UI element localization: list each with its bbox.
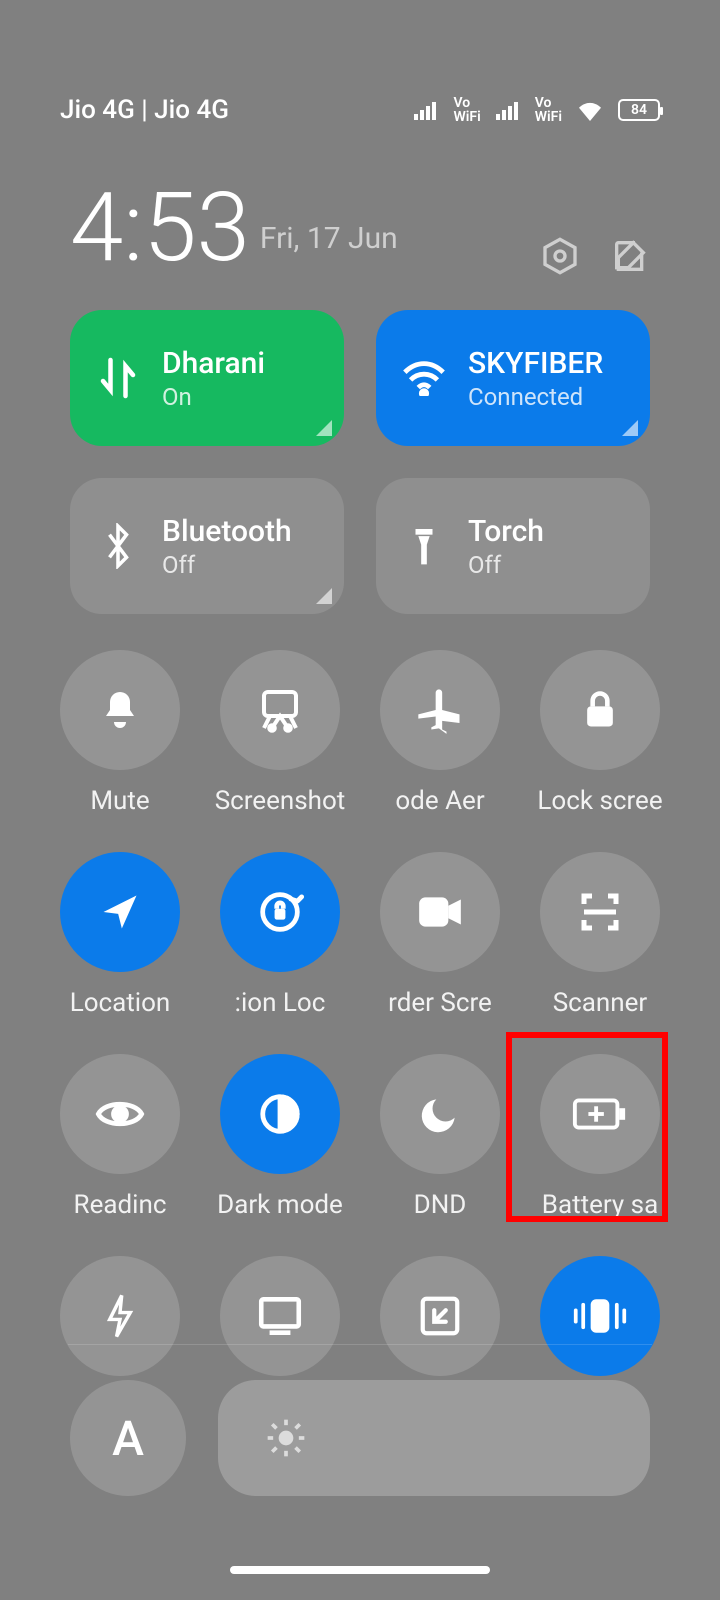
tile-sub: Connected: [468, 383, 603, 411]
vowifi-label-1: VoWiFi: [453, 96, 480, 124]
toggle-airplane[interactable]: ode Aer: [360, 650, 520, 826]
toggle-label: Location: [70, 988, 171, 1018]
rotate-lock-icon[interactable]: [220, 852, 340, 972]
toggle-bolt[interactable]: [40, 1256, 200, 1386]
toggle-eye[interactable]: Readinc: [40, 1054, 200, 1230]
edit-icon[interactable]: [610, 236, 650, 276]
quick-tiles-row-1: Dharani On SKYFIBER Connected: [70, 310, 650, 446]
highlight-box: [506, 1032, 668, 1222]
torch-tile[interactable]: Torch Off: [376, 478, 650, 614]
toggle-label: rder Scre: [388, 988, 492, 1018]
nav-indicator[interactable]: [230, 1566, 490, 1574]
toggle-label: Dark mode: [217, 1190, 343, 1220]
toggle-moon[interactable]: DND: [360, 1054, 520, 1230]
moon-icon[interactable]: [380, 1054, 500, 1174]
tile-title: Bluetooth: [162, 514, 292, 549]
video-icon[interactable]: [380, 852, 500, 972]
brightness-row: A: [70, 1380, 650, 1496]
torch-icon: [407, 523, 441, 569]
toggle-bell[interactable]: Mute: [40, 650, 200, 826]
expand-corner[interactable]: [316, 588, 332, 604]
toggle-label: Lock scree: [537, 786, 662, 816]
toggle-label: Scanner: [553, 988, 648, 1018]
toggle-location[interactable]: Location: [40, 852, 200, 1028]
toggle-grid: Mute Screenshot ode Aer Lock scree Location:…: [40, 650, 680, 1386]
tile-sub: Off: [162, 551, 292, 579]
expand-corner[interactable]: [622, 420, 638, 436]
divider: [68, 1344, 652, 1345]
scan-icon[interactable]: [540, 852, 660, 972]
data-icon: [100, 355, 136, 401]
sun-icon: [264, 1416, 308, 1460]
wifi-tile[interactable]: SKYFIBER Connected: [376, 310, 650, 446]
toggle-float-window[interactable]: [360, 1256, 520, 1386]
lock-icon[interactable]: [540, 650, 660, 770]
cast-icon[interactable]: [220, 1256, 340, 1376]
auto-brightness-label: A: [112, 1410, 144, 1467]
screenshot-icon[interactable]: [220, 650, 340, 770]
toggle-label: Readinc: [74, 1190, 167, 1220]
location-icon[interactable]: [60, 852, 180, 972]
bolt-icon[interactable]: [60, 1256, 180, 1376]
quick-tiles-row-2: Bluetooth Off Torch Off: [70, 478, 650, 614]
toggle-lock[interactable]: Lock scree: [520, 650, 680, 826]
status-bar: Jio 4G | Jio 4G VoWiFi VoWiFi 84: [60, 95, 660, 125]
auto-brightness-button[interactable]: A: [70, 1380, 186, 1496]
vowifi-label-2: VoWiFi: [535, 96, 562, 124]
clock-date: Fri, 17 Jun: [260, 221, 398, 256]
eye-icon[interactable]: [60, 1054, 180, 1174]
dark-mode-icon[interactable]: [220, 1054, 340, 1174]
toggle-rotate-lock[interactable]: :ion Loc: [200, 852, 360, 1028]
carrier-label: Jio 4G | Jio 4G: [60, 95, 229, 125]
tile-title: Dharani: [162, 346, 265, 381]
status-icons: VoWiFi VoWiFi 84: [413, 96, 660, 124]
signal-icon: [413, 100, 439, 120]
tile-sub: On: [162, 383, 265, 411]
clock-row: 4:53 Fri, 17 Jun: [70, 180, 650, 276]
tile-sub: Off: [468, 551, 544, 579]
signal-icon-2: [495, 100, 521, 120]
float-window-icon[interactable]: [380, 1256, 500, 1376]
toggle-vibrate[interactable]: [520, 1256, 680, 1386]
vibrate-icon[interactable]: [540, 1256, 660, 1376]
toggle-video[interactable]: rder Scre: [360, 852, 520, 1028]
toggle-label: :ion Loc: [235, 988, 326, 1018]
toggle-cast[interactable]: [200, 1256, 360, 1386]
clock-time: 4:53: [70, 172, 250, 284]
toggle-label: Screenshot: [215, 786, 346, 816]
bluetooth-tile[interactable]: Bluetooth Off: [70, 478, 344, 614]
brightness-slider[interactable]: [218, 1380, 650, 1496]
bell-icon[interactable]: [60, 650, 180, 770]
toggle-label: DND: [414, 1190, 467, 1220]
toggle-screenshot[interactable]: Screenshot: [200, 650, 360, 826]
bluetooth-icon: [101, 523, 135, 569]
battery-indicator: 84: [618, 99, 660, 121]
toggle-label: ode Aer: [395, 786, 484, 816]
toggle-dark-mode[interactable]: Dark mode: [200, 1054, 360, 1230]
wifi-status-icon: [576, 99, 604, 121]
toggle-scan[interactable]: Scanner: [520, 852, 680, 1028]
expand-corner[interactable]: [316, 420, 332, 436]
toggle-label: Mute: [90, 786, 149, 816]
settings-icon[interactable]: [540, 236, 580, 276]
airplane-icon[interactable]: [380, 650, 500, 770]
mobile-data-tile[interactable]: Dharani On: [70, 310, 344, 446]
tile-title: SKYFIBER: [468, 346, 603, 381]
tile-title: Torch: [468, 514, 544, 549]
wifi-icon: [401, 360, 447, 396]
